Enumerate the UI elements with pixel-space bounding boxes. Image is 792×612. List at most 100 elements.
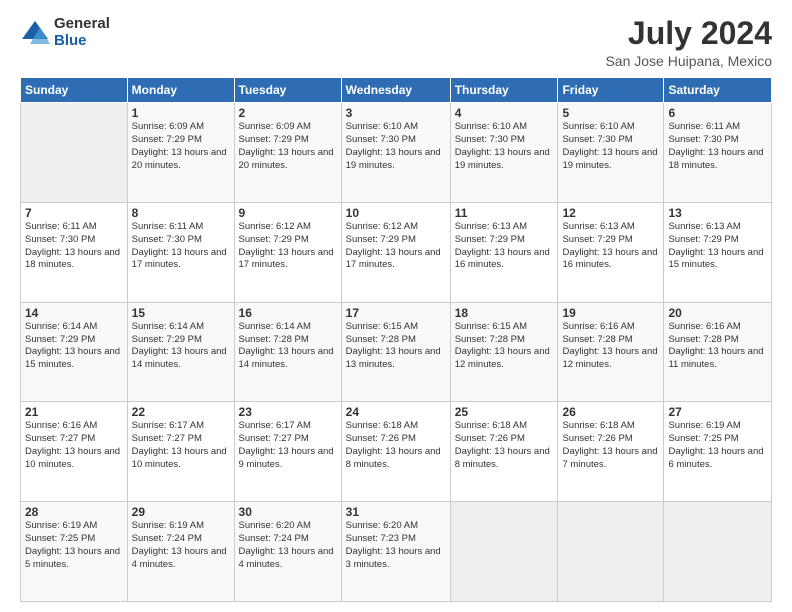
day-info: Sunrise: 6:16 AMSunset: 7:28 PMDaylight:… (668, 321, 767, 372)
day-info: Sunrise: 6:19 AMSunset: 7:24 PMDaylight:… (132, 520, 230, 571)
day-info: Sunrise: 6:19 AMSunset: 7:25 PMDaylight:… (668, 420, 767, 471)
calendar-cell: 24Sunrise: 6:18 AMSunset: 7:26 PMDayligh… (341, 402, 450, 502)
calendar-header-wednesday: Wednesday (341, 78, 450, 103)
calendar-cell: 16Sunrise: 6:14 AMSunset: 7:28 PMDayligh… (234, 302, 341, 402)
day-info: Sunrise: 6:18 AMSunset: 7:26 PMDaylight:… (346, 420, 446, 471)
day-number: 26 (562, 405, 659, 419)
calendar-cell: 5Sunrise: 6:10 AMSunset: 7:30 PMDaylight… (558, 103, 664, 203)
calendar-cell (664, 502, 772, 602)
calendar-cell: 30Sunrise: 6:20 AMSunset: 7:24 PMDayligh… (234, 502, 341, 602)
calendar-header-monday: Monday (127, 78, 234, 103)
day-info: Sunrise: 6:10 AMSunset: 7:30 PMDaylight:… (346, 121, 446, 172)
day-number: 25 (455, 405, 554, 419)
calendar-header-row: SundayMondayTuesdayWednesdayThursdayFrid… (21, 78, 772, 103)
page: General Blue July 2024 San Jose Huipana,… (0, 0, 792, 612)
calendar-cell (558, 502, 664, 602)
calendar-cell: 15Sunrise: 6:14 AMSunset: 7:29 PMDayligh… (127, 302, 234, 402)
calendar-cell: 31Sunrise: 6:20 AMSunset: 7:23 PMDayligh… (341, 502, 450, 602)
day-number: 19 (562, 306, 659, 320)
day-number: 4 (455, 106, 554, 120)
calendar-cell: 25Sunrise: 6:18 AMSunset: 7:26 PMDayligh… (450, 402, 558, 502)
day-info: Sunrise: 6:17 AMSunset: 7:27 PMDaylight:… (132, 420, 230, 471)
calendar-cell: 4Sunrise: 6:10 AMSunset: 7:30 PMDaylight… (450, 103, 558, 203)
day-number: 15 (132, 306, 230, 320)
day-info: Sunrise: 6:09 AMSunset: 7:29 PMDaylight:… (239, 121, 337, 172)
day-number: 18 (455, 306, 554, 320)
calendar-cell: 23Sunrise: 6:17 AMSunset: 7:27 PMDayligh… (234, 402, 341, 502)
day-number: 29 (132, 505, 230, 519)
day-info: Sunrise: 6:15 AMSunset: 7:28 PMDaylight:… (455, 321, 554, 372)
day-number: 12 (562, 206, 659, 220)
day-number: 11 (455, 206, 554, 220)
calendar-cell: 11Sunrise: 6:13 AMSunset: 7:29 PMDayligh… (450, 202, 558, 302)
calendar-cell: 26Sunrise: 6:18 AMSunset: 7:26 PMDayligh… (558, 402, 664, 502)
day-number: 24 (346, 405, 446, 419)
calendar-cell: 27Sunrise: 6:19 AMSunset: 7:25 PMDayligh… (664, 402, 772, 502)
day-number: 16 (239, 306, 337, 320)
day-number: 21 (25, 405, 123, 419)
calendar-cell: 13Sunrise: 6:13 AMSunset: 7:29 PMDayligh… (664, 202, 772, 302)
day-number: 30 (239, 505, 337, 519)
day-number: 17 (346, 306, 446, 320)
day-info: Sunrise: 6:18 AMSunset: 7:26 PMDaylight:… (455, 420, 554, 471)
day-number: 5 (562, 106, 659, 120)
calendar-week-1: 1Sunrise: 6:09 AMSunset: 7:29 PMDaylight… (21, 103, 772, 203)
day-info: Sunrise: 6:18 AMSunset: 7:26 PMDaylight:… (562, 420, 659, 471)
calendar-week-3: 14Sunrise: 6:14 AMSunset: 7:29 PMDayligh… (21, 302, 772, 402)
day-number: 31 (346, 505, 446, 519)
logo-line2: Blue (54, 33, 110, 50)
calendar-cell: 1Sunrise: 6:09 AMSunset: 7:29 PMDaylight… (127, 103, 234, 203)
day-info: Sunrise: 6:11 AMSunset: 7:30 PMDaylight:… (668, 121, 767, 172)
day-info: Sunrise: 6:11 AMSunset: 7:30 PMDaylight:… (25, 221, 123, 272)
calendar-cell: 29Sunrise: 6:19 AMSunset: 7:24 PMDayligh… (127, 502, 234, 602)
calendar-header-sunday: Sunday (21, 78, 128, 103)
day-info: Sunrise: 6:10 AMSunset: 7:30 PMDaylight:… (562, 121, 659, 172)
day-number: 10 (346, 206, 446, 220)
header: General Blue July 2024 San Jose Huipana,… (20, 16, 772, 69)
day-info: Sunrise: 6:12 AMSunset: 7:29 PMDaylight:… (346, 221, 446, 272)
day-number: 14 (25, 306, 123, 320)
month-year: July 2024 (605, 16, 772, 51)
title-area: July 2024 San Jose Huipana, Mexico (605, 16, 772, 69)
day-number: 27 (668, 405, 767, 419)
day-info: Sunrise: 6:14 AMSunset: 7:29 PMDaylight:… (25, 321, 123, 372)
calendar-cell: 17Sunrise: 6:15 AMSunset: 7:28 PMDayligh… (341, 302, 450, 402)
day-number: 2 (239, 106, 337, 120)
calendar-cell: 21Sunrise: 6:16 AMSunset: 7:27 PMDayligh… (21, 402, 128, 502)
day-info: Sunrise: 6:09 AMSunset: 7:29 PMDaylight:… (132, 121, 230, 172)
calendar-header-thursday: Thursday (450, 78, 558, 103)
day-info: Sunrise: 6:13 AMSunset: 7:29 PMDaylight:… (668, 221, 767, 272)
calendar-cell: 8Sunrise: 6:11 AMSunset: 7:30 PMDaylight… (127, 202, 234, 302)
calendar-cell: 22Sunrise: 6:17 AMSunset: 7:27 PMDayligh… (127, 402, 234, 502)
calendar-cell: 12Sunrise: 6:13 AMSunset: 7:29 PMDayligh… (558, 202, 664, 302)
day-info: Sunrise: 6:16 AMSunset: 7:28 PMDaylight:… (562, 321, 659, 372)
calendar-cell: 6Sunrise: 6:11 AMSunset: 7:30 PMDaylight… (664, 103, 772, 203)
calendar-cell: 7Sunrise: 6:11 AMSunset: 7:30 PMDaylight… (21, 202, 128, 302)
calendar-table: SundayMondayTuesdayWednesdayThursdayFrid… (20, 77, 772, 602)
day-info: Sunrise: 6:13 AMSunset: 7:29 PMDaylight:… (562, 221, 659, 272)
calendar-cell: 9Sunrise: 6:12 AMSunset: 7:29 PMDaylight… (234, 202, 341, 302)
calendar-header-tuesday: Tuesday (234, 78, 341, 103)
day-info: Sunrise: 6:20 AMSunset: 7:23 PMDaylight:… (346, 520, 446, 571)
logo-line1: General (54, 16, 110, 33)
logo-text: General Blue (54, 16, 110, 49)
day-number: 13 (668, 206, 767, 220)
location: San Jose Huipana, Mexico (605, 53, 772, 69)
day-number: 7 (25, 206, 123, 220)
calendar-cell: 18Sunrise: 6:15 AMSunset: 7:28 PMDayligh… (450, 302, 558, 402)
calendar-week-2: 7Sunrise: 6:11 AMSunset: 7:30 PMDaylight… (21, 202, 772, 302)
day-number: 9 (239, 206, 337, 220)
calendar-cell: 19Sunrise: 6:16 AMSunset: 7:28 PMDayligh… (558, 302, 664, 402)
logo-icon (20, 19, 50, 47)
day-number: 3 (346, 106, 446, 120)
day-info: Sunrise: 6:15 AMSunset: 7:28 PMDaylight:… (346, 321, 446, 372)
calendar-cell: 2Sunrise: 6:09 AMSunset: 7:29 PMDaylight… (234, 103, 341, 203)
calendar-cell (21, 103, 128, 203)
day-number: 23 (239, 405, 337, 419)
day-info: Sunrise: 6:17 AMSunset: 7:27 PMDaylight:… (239, 420, 337, 471)
day-info: Sunrise: 6:10 AMSunset: 7:30 PMDaylight:… (455, 121, 554, 172)
logo: General Blue (20, 16, 110, 49)
calendar-week-5: 28Sunrise: 6:19 AMSunset: 7:25 PMDayligh… (21, 502, 772, 602)
day-number: 28 (25, 505, 123, 519)
day-number: 20 (668, 306, 767, 320)
